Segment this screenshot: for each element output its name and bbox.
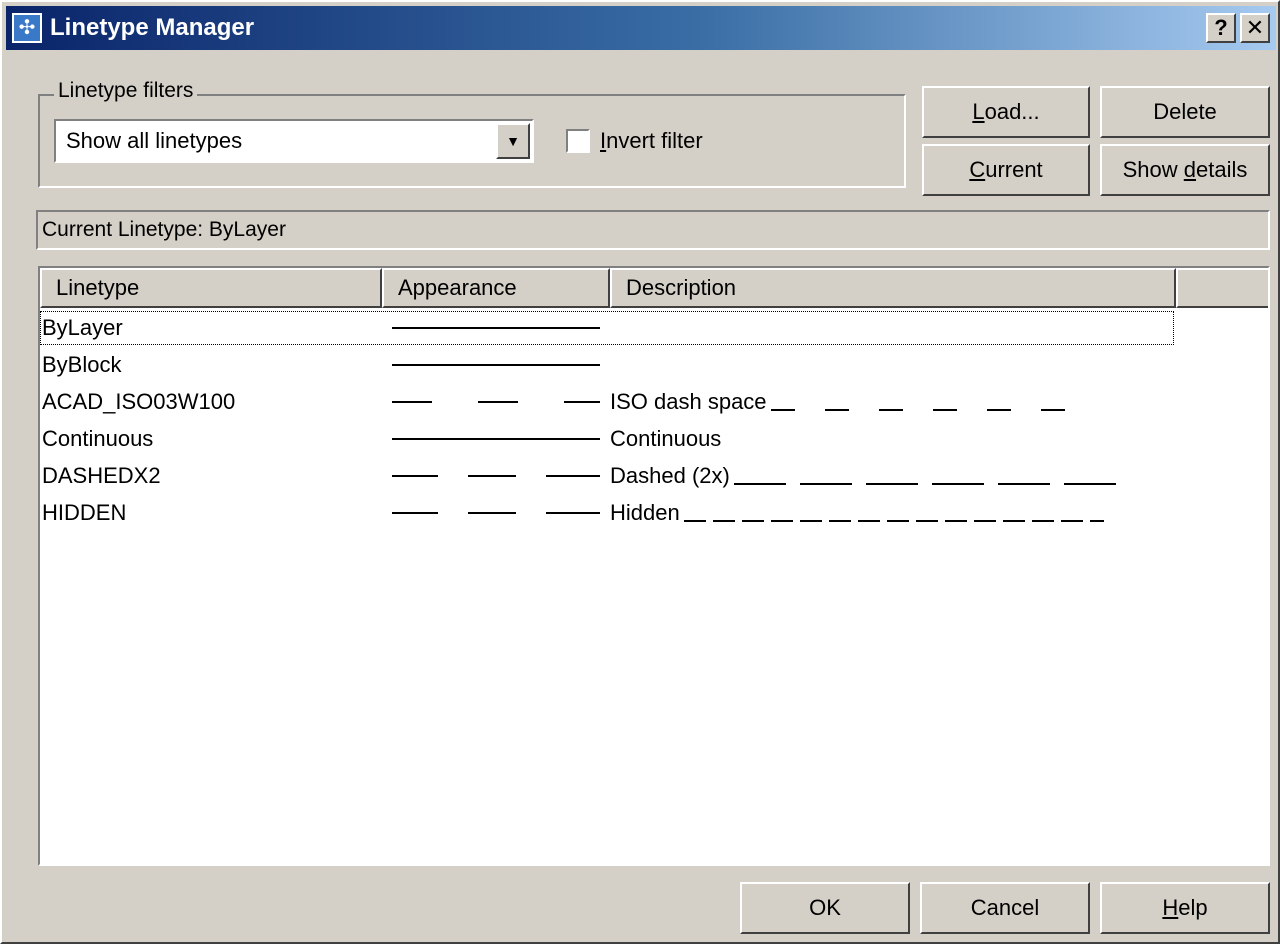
table-row[interactable]: Continuous Continuous (40, 421, 1268, 457)
close-icon: ✕ (1245, 15, 1265, 40)
linetype-appearance-swatch (392, 364, 600, 366)
column-header-filler (1176, 268, 1268, 308)
appearance-cell (392, 347, 602, 383)
description-pattern-sample (770, 409, 1065, 411)
dropdown-arrow-icon[interactable]: ▼ (496, 123, 530, 159)
column-label: Linetype (56, 275, 140, 300)
table-row[interactable]: ACAD_ISO03W100 ISO dash space (40, 384, 1268, 420)
question-icon: ? (1214, 15, 1228, 40)
table-row[interactable]: DASHEDX2 Dashed (2x) (40, 458, 1268, 494)
table-row[interactable]: ByBlock (40, 347, 1268, 383)
current-linetype-text: Current Linetype: ByLayer (42, 218, 286, 241)
description-text: ISO dash space (610, 389, 767, 414)
appearance-cell (392, 421, 602, 457)
help-button[interactable]: Help (1100, 882, 1270, 934)
column-header-description[interactable]: Description (610, 268, 1176, 308)
invert-filter-checkbox[interactable] (566, 129, 590, 153)
current-button-label: Current (969, 157, 1043, 182)
appearance-cell (392, 310, 602, 346)
table-row[interactable]: HIDDEN Hidden (40, 495, 1268, 531)
cancel-button-label: Cancel (970, 895, 1040, 920)
appearance-cell (392, 458, 602, 494)
show-details-button[interactable]: Show details (1100, 144, 1270, 196)
description-cell: Hidden (610, 495, 1104, 531)
linetype-name-cell: ByLayer (42, 315, 123, 340)
linetype-appearance-swatch (392, 327, 600, 329)
linetype-name-cell: HIDDEN (42, 500, 127, 525)
linetype-name-cell: ACAD_ISO03W100 (42, 389, 236, 414)
current-button[interactable]: Current (922, 144, 1090, 196)
linetype-filters-legend: Linetype filters (54, 79, 198, 103)
load-button[interactable]: Load... (922, 86, 1090, 138)
show-details-button-label: Show details (1122, 157, 1248, 182)
description-pattern-sample (733, 483, 1116, 485)
column-label: Description (626, 275, 737, 300)
appearance-cell (392, 495, 602, 531)
description-text: Dashed (2x) (610, 463, 730, 488)
list-header: Linetype Appearance Description (40, 268, 1268, 308)
filter-selected-value: Show all linetypes (66, 128, 243, 153)
column-header-linetype[interactable]: Linetype (40, 268, 382, 308)
linetype-name-cell: DASHEDX2 (42, 463, 161, 488)
close-button[interactable]: ✕ (1240, 13, 1270, 43)
linetype-manager-icon: ✣ (12, 13, 42, 43)
description-text: Continuous (610, 426, 722, 451)
description-cell: Continuous (610, 421, 721, 457)
load-button-label: Load... (972, 99, 1040, 124)
appearance-cell (392, 384, 602, 420)
linetype-appearance-swatch (392, 475, 600, 477)
column-header-appearance[interactable]: Appearance (382, 268, 610, 308)
column-label: Appearance (398, 275, 517, 300)
linetype-manager-dialog: ✣ Linetype Manager ? ✕ Linetype filters … (0, 0, 1280, 944)
title-bar[interactable]: ✣ Linetype Manager ? ✕ (6, 6, 1276, 50)
cancel-button[interactable]: Cancel (920, 882, 1090, 934)
description-cell: ISO dash space (610, 384, 1191, 420)
current-linetype-bar: Current Linetype: ByLayer (36, 210, 1270, 250)
linetype-list[interactable]: Linetype Appearance Description ByLayer B… (38, 266, 1270, 866)
focus-rectangle (40, 311, 1174, 345)
linetype-appearance-swatch (392, 401, 600, 403)
description-cell: Dashed (2x) (610, 458, 1154, 494)
delete-button[interactable]: Delete (1100, 86, 1270, 138)
linetype-name-cell: ByBlock (42, 352, 122, 377)
linetype-filter-select[interactable]: Show all linetypes ▼ (54, 119, 534, 163)
description-pattern-sample (683, 520, 1104, 522)
description-text: Hidden (610, 500, 680, 525)
linetype-appearance-swatch (392, 438, 600, 440)
ok-button-label: OK (809, 895, 841, 920)
help-title-button[interactable]: ? (1206, 13, 1236, 43)
invert-filter-label: Invert filter (600, 128, 703, 153)
delete-button-label: Delete (1153, 99, 1217, 124)
window-title: Linetype Manager (50, 14, 255, 41)
table-row[interactable]: ByLayer (40, 310, 1268, 346)
invert-filter-option[interactable]: Invert filter (566, 124, 703, 158)
linetype-name-cell: Continuous (42, 426, 154, 451)
linetype-appearance-swatch (392, 512, 600, 514)
ok-button[interactable]: OK (740, 882, 910, 934)
help-button-label: Help (1162, 895, 1208, 920)
